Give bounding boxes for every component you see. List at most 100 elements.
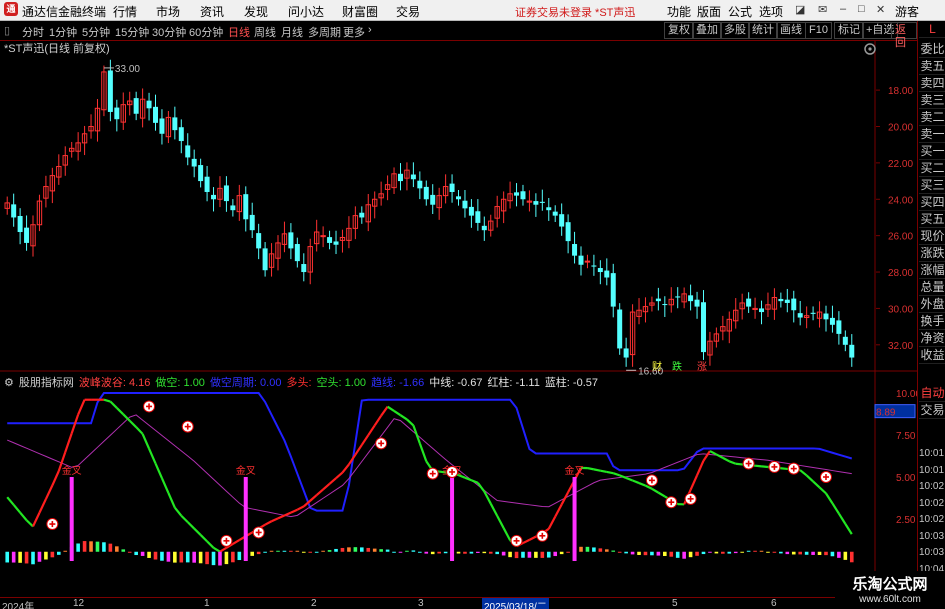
histogram-bar <box>527 551 532 558</box>
period-15min[interactable]: 15分钟 <box>115 24 149 40</box>
sidebar-item[interactable]: 卖四 <box>919 75 945 92</box>
period-fenshi[interactable]: 分时 <box>22 24 44 40</box>
adjust-button[interactable]: 复权 <box>664 22 694 39</box>
period-more[interactable]: 更多 <box>343 24 365 40</box>
indicator-tick-label: 2.50 <box>896 515 916 526</box>
sidebar-item[interactable]: 卖二 <box>919 109 945 126</box>
histogram-bar <box>830 551 835 557</box>
period-30min[interactable]: 30分钟 <box>152 24 186 40</box>
plus-marker-icon <box>768 460 781 473</box>
account-icon[interactable]: ◪ <box>795 3 805 16</box>
histogram-bar <box>147 551 151 558</box>
candle <box>771 288 778 320</box>
sidebar-item[interactable]: 现价 <box>919 228 945 245</box>
candle <box>139 88 146 128</box>
sidebar-time: 10:02 <box>919 497 945 509</box>
period-1min[interactable]: 1分钟 <box>49 24 77 40</box>
sidebar-item[interactable]: 卖五 <box>919 58 945 75</box>
histogram-bar <box>173 551 177 563</box>
histogram-bar <box>437 551 441 554</box>
price-annotations: 33.0016.60财跌涨 <box>103 64 707 377</box>
histogram-bar <box>37 551 42 562</box>
sidebar-item[interactable]: 涨幅 <box>919 262 945 279</box>
minimize-icon[interactable]: – <box>840 3 846 15</box>
statistics-button[interactable]: 统计 <box>748 22 778 39</box>
settings-icon[interactable] <box>864 43 876 55</box>
indicator-field: 波峰波谷: 4.16 <box>78 377 151 389</box>
menu-shichang[interactable]: 市场 <box>156 3 180 20</box>
candle <box>17 208 23 245</box>
maximize-icon[interactable]: □ <box>858 3 865 15</box>
multi-stock-button[interactable]: 多股 <box>720 22 750 39</box>
sidebar-item[interactable]: 外盘 <box>919 296 945 313</box>
candle <box>11 193 17 227</box>
sidebar-item[interactable]: 涨跌 <box>919 245 945 262</box>
menu-zixun[interactable]: 资讯 <box>200 3 224 20</box>
candle <box>114 99 120 132</box>
price-tick-label: 32.00 <box>888 341 913 352</box>
sidebar-top-l[interactable]: L <box>919 21 945 38</box>
candle <box>559 203 565 236</box>
menu-banmian[interactable]: 版面 <box>697 3 721 20</box>
menu-gongshi[interactable]: 公式 <box>728 3 752 20</box>
menu-hangqing[interactable]: 行情 <box>113 3 137 20</box>
app-title: 通达信金融终端 <box>22 5 107 19</box>
sidebar-auto[interactable]: 自动 <box>919 385 945 402</box>
sidebar-item[interactable]: 卖一 <box>919 126 945 143</box>
indicator-name[interactable]: 股朋指标网 <box>19 377 74 389</box>
sidebar-item[interactable]: 买三 <box>919 177 945 194</box>
indicator-field: 中线: -0.67 <box>429 377 483 389</box>
candle <box>30 215 36 257</box>
period-daily[interactable]: 日线 <box>228 24 250 40</box>
sidebar-item[interactable]: 买四 <box>919 194 945 211</box>
more-chevron-icon[interactable]: › <box>368 24 372 36</box>
candle <box>784 288 790 313</box>
histogram-bar <box>250 551 255 556</box>
sidebar-item[interactable]: 卖三 <box>919 92 945 109</box>
sidebar-item[interactable]: 换手 <box>919 313 945 330</box>
back-button[interactable]: 返回 <box>891 22 917 49</box>
date-label: 6 <box>771 598 777 609</box>
menu-gongneng[interactable]: 功能 <box>667 3 691 20</box>
histogram-bar <box>837 551 841 558</box>
period-monthly[interactable]: 月线 <box>281 24 303 40</box>
histogram-bar <box>624 551 628 554</box>
menu-jiaoyi[interactable]: 交易 <box>396 3 420 20</box>
period-5min[interactable]: 5分钟 <box>82 24 110 40</box>
sidebar-item[interactable]: 收益 <box>919 347 945 364</box>
histogram-bar <box>469 551 474 554</box>
sidebar-item[interactable]: 总量 <box>919 279 945 296</box>
period-60min[interactable]: 60分钟 <box>189 24 223 40</box>
period-weekly[interactable]: 周线 <box>254 24 276 40</box>
close-icon[interactable]: ✕ <box>876 3 885 16</box>
histogram-bar <box>198 551 203 564</box>
guest-label[interactable]: 游客 <box>895 3 919 20</box>
candle <box>346 216 352 249</box>
menu-wenxiaoda[interactable]: 问小达 <box>288 3 324 20</box>
f10-button[interactable]: F10 <box>805 22 832 39</box>
sidebar-trade[interactable]: 交易 <box>919 402 945 419</box>
histogram-bar <box>579 546 583 552</box>
sidebar-item[interactable]: 买一 <box>919 143 945 160</box>
sidebar-item[interactable]: 委比 <box>919 41 945 58</box>
mail-icon[interactable]: ✉ <box>818 3 827 16</box>
overlay-button[interactable]: 叠加 <box>692 22 722 39</box>
chart-area[interactable]: *ST声迅(日线 前复权) 32.00 30.00 28.00 26.00 24.00 2… <box>0 41 917 597</box>
chart-type-icon[interactable]: ▯ <box>4 24 10 37</box>
golden-cross-label: 金叉 <box>565 464 585 477</box>
menu-xuanxiang[interactable]: 选项 <box>759 3 783 20</box>
histogram-bar <box>424 551 429 554</box>
histogram-bar <box>656 551 661 556</box>
period-multi[interactable]: 多周期 <box>308 24 341 40</box>
candle <box>49 167 56 204</box>
sidebar-item[interactable]: 买二 <box>919 160 945 177</box>
sidebar-item[interactable]: 净资 <box>919 330 945 347</box>
menu-caifuquan[interactable]: 财富圈 <box>342 3 378 20</box>
histogram-bar <box>237 551 242 561</box>
indicator-settings-icon[interactable]: ⚙ <box>4 377 14 389</box>
draw-line-button[interactable]: 画线 <box>776 22 806 39</box>
sidebar-item[interactable]: 买五 <box>919 211 945 228</box>
histogram-bar <box>314 551 319 553</box>
mark-button[interactable]: 标记 <box>834 22 864 39</box>
menu-faxian[interactable]: 发现 <box>244 3 268 20</box>
